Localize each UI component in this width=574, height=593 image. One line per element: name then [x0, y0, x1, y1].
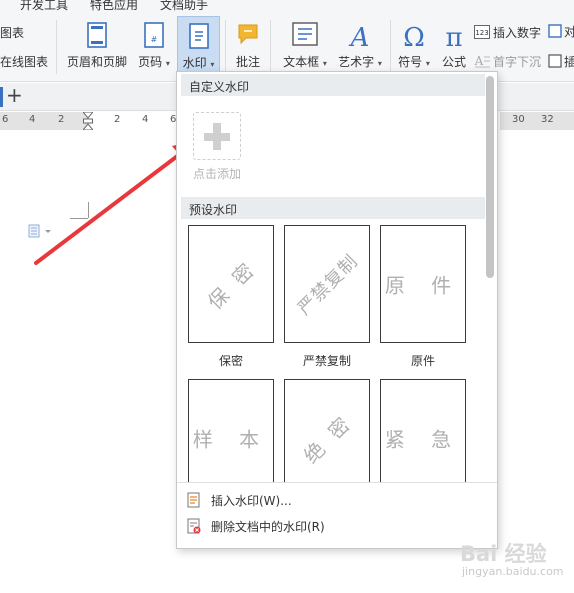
watermark-actions: 插入水印(W)... 删除文档中的水印(R): [177, 482, 497, 548]
preset-label: 原件: [410, 354, 435, 368]
preset-watermark-card[interactable]: 严禁复制: [284, 225, 370, 343]
baidu-jingyan-watermark: Bai 经验 jingyan.baidu.com: [460, 528, 572, 584]
custom-watermark-header: 自定义水印: [181, 74, 485, 96]
baidu-brand: Bai 经验: [460, 542, 547, 566]
watermark-preview-text: 紧 急: [384, 427, 462, 452]
watermark-preview-text: 绝 密: [298, 409, 358, 469]
preset-label: 保密: [218, 354, 243, 368]
preset-watermark-card[interactable]: 紧 急: [380, 379, 466, 497]
preset-label: 严禁复制: [302, 354, 351, 368]
preset-watermark-card[interactable]: 绝 密: [284, 379, 370, 497]
watermark-preview-text: 保 密: [202, 255, 262, 315]
delete-watermark-icon: [187, 518, 201, 534]
preset-watermark-card[interactable]: 保 密: [188, 225, 274, 343]
preset-watermark-card[interactable]: 原 件: [380, 225, 466, 343]
delete-watermark-label: 删除文档中的水印(R): [211, 519, 325, 534]
delete-watermark-menu-item[interactable]: 删除文档中的水印(R): [187, 515, 325, 537]
watermark-preview-text: 样 本: [192, 427, 270, 452]
add-watermark-box[interactable]: [193, 112, 241, 160]
add-watermark-label: 点击添加: [192, 167, 241, 181]
insert-watermark-label: 插入水印(W)...: [211, 493, 292, 508]
watermark-preview-text: 严禁复制: [293, 250, 363, 320]
watermark-preview-text: 原 件: [384, 273, 462, 298]
preset-watermark-card[interactable]: 样 本: [188, 379, 274, 497]
dropdown-scrollbar[interactable]: [486, 76, 494, 278]
baidu-url: jingyan.baidu.com: [462, 565, 564, 578]
insert-watermark-menu-item[interactable]: 插入水印(W)...: [187, 489, 292, 511]
insert-watermark-icon: [187, 492, 200, 508]
wps-writer-window: 开发工具 特色应用 文档助手 图表 在线图表 页眉和页脚 # 页码 ▾ 水印 ▾…: [0, 0, 574, 593]
preset-watermark-header: 预设水印: [181, 197, 485, 219]
watermark-dropdown: 自定义水印 点击添加 预设水印 保 密 保密 严禁复制 严禁复制 原 件 原件 …: [176, 71, 498, 549]
